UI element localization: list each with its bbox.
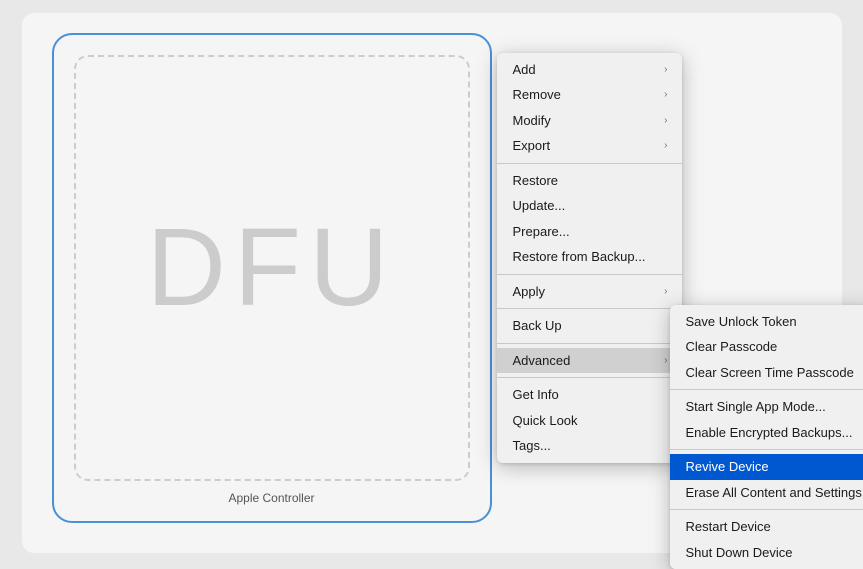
divider-3 <box>497 308 682 309</box>
device-panel: DFU Apple Controller <box>52 33 492 523</box>
menu-item-modify[interactable]: Modify › <box>497 108 682 134</box>
menu-item-save-unlock-token[interactable]: Save Unlock Token <box>670 309 863 335</box>
menu-item-restore-backup[interactable]: Restore from Backup... <box>497 244 682 270</box>
device-inner: DFU <box>74 55 470 481</box>
menu-item-restart-device[interactable]: Restart Device <box>670 514 863 540</box>
submenu-arrow-remove: › <box>664 87 667 102</box>
menu-item-quick-look[interactable]: Quick Look <box>497 408 682 434</box>
dfu-label: DFU <box>146 204 396 331</box>
divider-4 <box>497 343 682 344</box>
submenu-arrow-add: › <box>664 62 667 77</box>
menu-item-tags[interactable]: Tags... <box>497 433 682 459</box>
menu-item-apply[interactable]: Apply › <box>497 279 682 305</box>
menu-item-get-info[interactable]: Get Info <box>497 382 682 408</box>
device-name-label: Apple Controller <box>228 491 314 505</box>
menu-item-restore[interactable]: Restore <box>497 168 682 194</box>
sec-divider-3 <box>670 509 863 510</box>
submenu-arrow-apply: › <box>664 284 667 299</box>
menu-item-shut-down[interactable]: Shut Down Device <box>670 540 863 566</box>
menu-item-single-app-mode[interactable]: Start Single App Mode... <box>670 394 863 420</box>
divider-2 <box>497 274 682 275</box>
submenu-arrow-export: › <box>664 138 667 153</box>
secondary-context-menu: Save Unlock Token Clear Passcode Clear S… <box>670 305 863 569</box>
menu-item-add[interactable]: Add › <box>497 57 682 83</box>
menu-item-revive-device[interactable]: Revive Device <box>670 454 863 480</box>
submenu-arrow-modify: › <box>664 113 667 128</box>
submenu-arrow-advanced: › <box>664 353 667 368</box>
menu-item-remove[interactable]: Remove › <box>497 82 682 108</box>
sec-divider-1 <box>670 389 863 390</box>
menu-item-clear-screen-time[interactable]: Clear Screen Time Passcode <box>670 360 863 386</box>
menu-item-clear-passcode[interactable]: Clear Passcode <box>670 334 863 360</box>
menu-item-advanced[interactable]: Advanced › <box>497 348 682 374</box>
primary-context-menu: Add › Remove › Modify › Export › Restore… <box>497 53 682 463</box>
menu-item-back-up[interactable]: Back Up <box>497 313 682 339</box>
sec-divider-2 <box>670 449 863 450</box>
menu-item-erase-all[interactable]: Erase All Content and Settings <box>670 480 863 506</box>
divider-5 <box>497 377 682 378</box>
menu-item-encrypted-backups[interactable]: Enable Encrypted Backups... <box>670 420 863 446</box>
menu-item-update[interactable]: Update... <box>497 193 682 219</box>
menu-item-prepare[interactable]: Prepare... <box>497 219 682 245</box>
menu-item-export[interactable]: Export › <box>497 133 682 159</box>
divider-1 <box>497 163 682 164</box>
main-area: DFU Apple Controller Add › Remove › Modi… <box>22 13 842 553</box>
